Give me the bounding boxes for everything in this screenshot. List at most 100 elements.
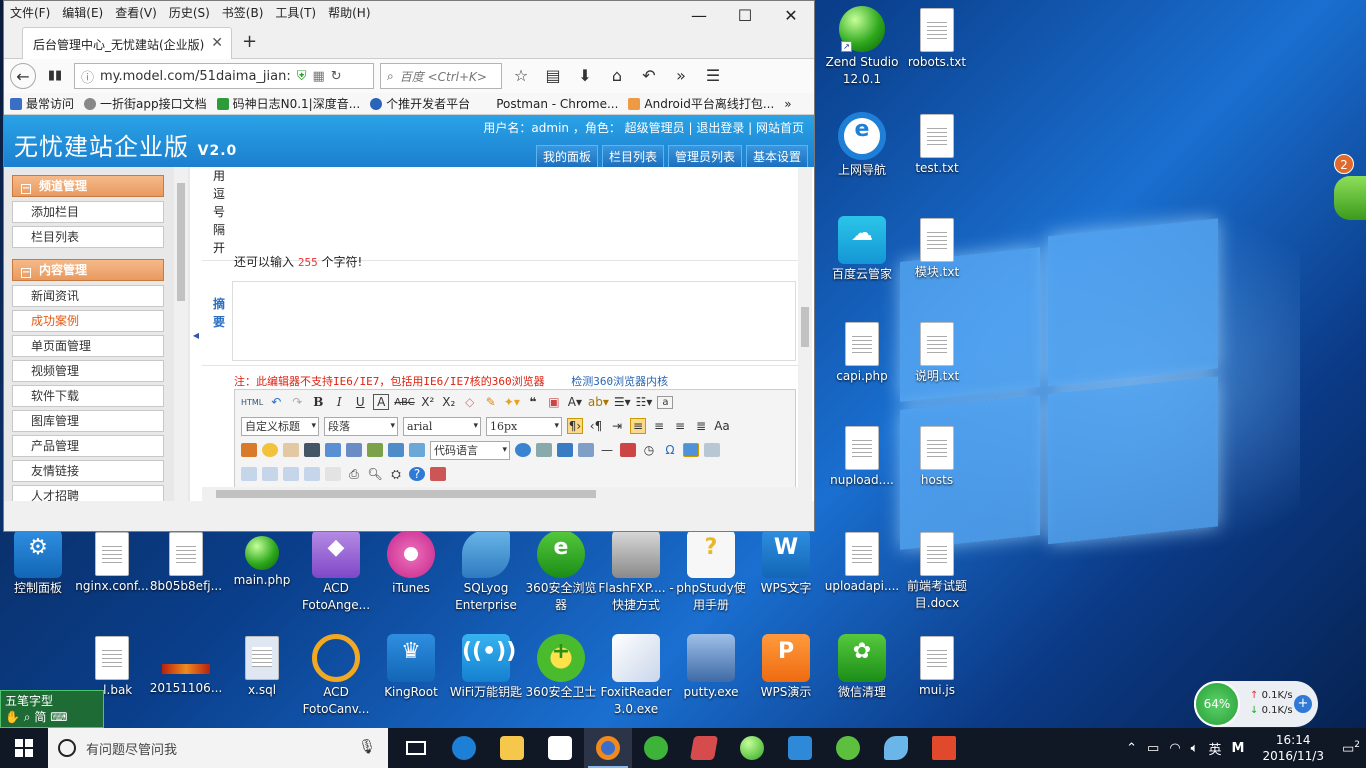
code-language-select[interactable]: 代码语言 <box>430 440 510 460</box>
taskbar-store[interactable] <box>536 728 584 768</box>
desktop-icon-itunes[interactable]: iTunes <box>373 530 449 597</box>
nav-admin-list[interactable]: 管理员列表 <box>667 145 742 167</box>
ime-simplified[interactable]: 简 <box>34 710 46 724</box>
menu-help[interactable]: 帮助(H) <box>328 4 370 21</box>
horizontal-rule-icon[interactable]: — <box>599 443 615 457</box>
insert-row-icon[interactable] <box>262 467 278 481</box>
task-view-button[interactable] <box>392 728 440 768</box>
taskbar-h5[interactable] <box>920 728 968 768</box>
image-gallery-icon[interactable] <box>367 443 383 457</box>
plus-icon[interactable]: + <box>1294 695 1312 713</box>
unordered-list-icon[interactable]: ☷▾ <box>636 395 653 409</box>
web-page-icon[interactable] <box>515 443 531 457</box>
desktop-icon-exam-docx[interactable]: 前端考试题目.docx <box>899 530 975 612</box>
summary-textarea[interactable] <box>232 281 796 361</box>
desktop-icon-ie[interactable]: e 上网导航 <box>824 112 900 179</box>
bookmark-item[interactable]: 最常访问 <box>10 95 74 112</box>
desktop-icon-360-browser[interactable]: e 360安全浏览器 <box>523 530 599 614</box>
desktop-icon-foxit[interactable]: FoxitReader 3.0.exe <box>598 634 674 718</box>
battery-icon[interactable]: ▭ <box>1147 741 1159 756</box>
desktop-icon-wifi[interactable]: ((•)) WiFi万能钥匙 <box>448 634 524 701</box>
align-right-icon[interactable]: ≡ <box>672 419 688 433</box>
bookmark-item[interactable]: 个推开发者平台 <box>370 95 470 112</box>
sidebar-item-gallery[interactable]: 图库管理 <box>12 410 164 432</box>
menu-edit[interactable]: 编辑(E) <box>62 4 103 21</box>
sidebar-item-news[interactable]: 新闻资讯 <box>12 285 164 307</box>
attachment-icon[interactable] <box>346 443 362 457</box>
template-icon[interactable] <box>557 443 573 457</box>
music-icon[interactable] <box>325 443 341 457</box>
ime-search-icon[interactable]: ⌕ <box>24 710 31 724</box>
auto-format-icon[interactable]: ✦▾ <box>504 395 520 409</box>
bookmark-item[interactable]: 码神日志N0.1|深度音... <box>216 95 360 112</box>
user-info[interactable]: 用户名：admin ，角色： 超级管理员 | 退出登录 | 网站首页 <box>483 119 804 136</box>
sidebar-item-add-column[interactable]: 添加栏目 <box>12 201 164 223</box>
print-icon[interactable]: ⎙ <box>346 467 362 482</box>
desktop-icon-putty[interactable]: putty.exe <box>673 634 749 701</box>
merge-cells-icon[interactable] <box>304 467 320 481</box>
taskbar-flashfxp[interactable] <box>680 728 728 768</box>
wordimage-icon[interactable] <box>704 443 720 457</box>
nav-basic-settings[interactable]: 基本设置 <box>745 145 808 167</box>
desktop-icon-sqlyog[interactable]: SQLyog Enterprise <box>448 530 524 614</box>
taskbar-zend[interactable] <box>728 728 776 768</box>
desktop-icon-zend[interactable]: ↗ Zend Studio 12.0.1 <box>824 6 900 88</box>
firefox-window[interactable]: 文件(F) 编辑(E) 查看(V) 历史(S) 书签(B) 工具(T) 帮助(H… <box>3 0 815 532</box>
sidebar-scrollbar[interactable] <box>174 167 188 501</box>
desktop-icon-8b05[interactable]: 8b05b8efj... <box>148 530 224 595</box>
taskbar-firefox[interactable] <box>584 728 632 768</box>
menu-tools[interactable]: 工具(T) <box>275 4 316 21</box>
sidebar-item-cases[interactable]: 成功案例 <box>12 310 164 332</box>
desktop-icon-module[interactable]: 模块.txt <box>899 216 975 281</box>
time-icon[interactable]: ◷ <box>641 443 657 457</box>
desktop-icon-nginx[interactable]: nginx.conf... <box>74 530 150 595</box>
ime-hand-icon[interactable]: ✋ <box>5 710 20 724</box>
search-replace-icon[interactable]: ⛭ <box>388 467 404 482</box>
desktop-icon-20151106[interactable]: 20151106... <box>148 634 224 697</box>
tab-close-icon[interactable]: ✕ <box>211 35 223 51</box>
desktop-icon-robots[interactable]: robots.txt <box>899 6 975 71</box>
paste-text-icon[interactable]: ▣ <box>546 395 562 409</box>
tab-admin[interactable]: 后台管理中心_无忧建站(企业版) ✕ <box>22 27 232 59</box>
undo-icon[interactable]: ↶ <box>268 395 284 409</box>
ltr-icon[interactable]: ¶› <box>567 418 583 434</box>
ime-keyboard-icon[interactable]: ⌨ <box>50 710 67 724</box>
url-bar[interactable]: ⓘ my.model.com/51daima_jian: ⛨ ▦ ↻ <box>74 63 374 89</box>
shield-icon[interactable]: ⛨ <box>297 69 307 84</box>
desktop-icon-baidu-cloud[interactable]: ☁ 百度云管家 <box>824 216 900 283</box>
sidebar-group-channel[interactable]: − 频道管理 <box>12 175 164 197</box>
tray-expand-icon[interactable]: ⌃ <box>1126 741 1137 756</box>
reading-list-icon[interactable]: ▤ <box>540 63 566 89</box>
sidebar-item-single-page[interactable]: 单页面管理 <box>12 335 164 357</box>
memory-percent[interactable]: 64% <box>1194 681 1240 727</box>
sidebar-item-software[interactable]: 软件下载 <box>12 385 164 407</box>
special-chars-icon[interactable]: Ω <box>662 443 678 457</box>
ime-language[interactable]: 英 <box>1208 739 1221 758</box>
taskbar-hbuilder[interactable] <box>824 728 872 768</box>
split-cells-icon[interactable] <box>325 467 341 481</box>
map-icon[interactable] <box>409 443 425 457</box>
wifi-icon[interactable]: ◠ <box>1169 741 1180 756</box>
desktop-icon-360-guard[interactable]: + 360安全卫士 <box>523 634 599 701</box>
align-left-icon[interactable]: ≡ <box>630 418 646 434</box>
sidebar-item-video[interactable]: 视频管理 <box>12 360 164 382</box>
desktop-icon-control-panel[interactable]: ⚙ 控制面板 <box>0 530 76 597</box>
nav-my-panel[interactable]: 我的面板 <box>535 145 598 167</box>
desktop-icon-main-php[interactable]: main.php <box>224 530 300 589</box>
taskbar-explorer[interactable] <box>488 728 536 768</box>
taskbar-edge[interactable] <box>440 728 488 768</box>
scroll-thumb[interactable] <box>801 307 809 347</box>
back-arrow-icon[interactable]: ← <box>10 63 36 89</box>
sidebar-item-column-list[interactable]: 栏目列表 <box>12 226 164 248</box>
date-icon[interactable] <box>620 443 636 457</box>
select-all-icon[interactable]: a <box>657 395 674 409</box>
paragraph-select[interactable]: 段落 <box>324 416 398 436</box>
font-size-select[interactable]: 16px <box>486 416 562 436</box>
desktop-icon-capi[interactable]: capi.php <box>824 320 900 385</box>
bookmark-star-icon[interactable]: ☆ <box>508 63 534 89</box>
drafts-icon[interactable] <box>430 467 446 481</box>
overflow-chevron-icon[interactable]: » <box>668 63 694 89</box>
new-tab-icon[interactable]: + <box>242 31 257 52</box>
align-justify-icon[interactable]: ≣ <box>693 419 709 433</box>
bookmark-item[interactable]: Postman - Chrome... <box>480 97 618 111</box>
